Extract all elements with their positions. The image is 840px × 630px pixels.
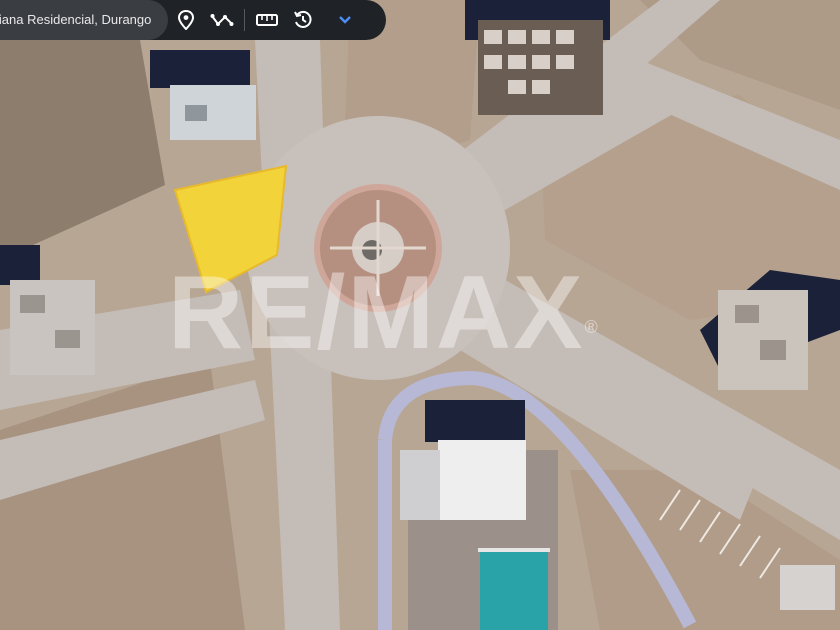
expand-toolbar-button[interactable] (329, 4, 361, 36)
satellite-map[interactable]: RE/MAX® liana Residencial, Durango (0, 0, 840, 630)
history-button[interactable] (285, 0, 321, 40)
chevron-down-icon (339, 16, 351, 24)
location-pin-icon (177, 10, 195, 30)
route-icon (210, 14, 234, 26)
map-toolbar: liana Residencial, Durango (0, 0, 386, 40)
history-icon (294, 10, 312, 28)
toolbar-divider (244, 9, 245, 31)
ruler-button[interactable] (249, 0, 285, 40)
address-label[interactable]: liana Residencial, Durango (0, 0, 168, 40)
remax-watermark: RE/MAX® (168, 255, 600, 371)
route-button[interactable] (204, 0, 240, 40)
location-pin-button[interactable] (168, 0, 204, 40)
ruler-icon (256, 14, 278, 26)
